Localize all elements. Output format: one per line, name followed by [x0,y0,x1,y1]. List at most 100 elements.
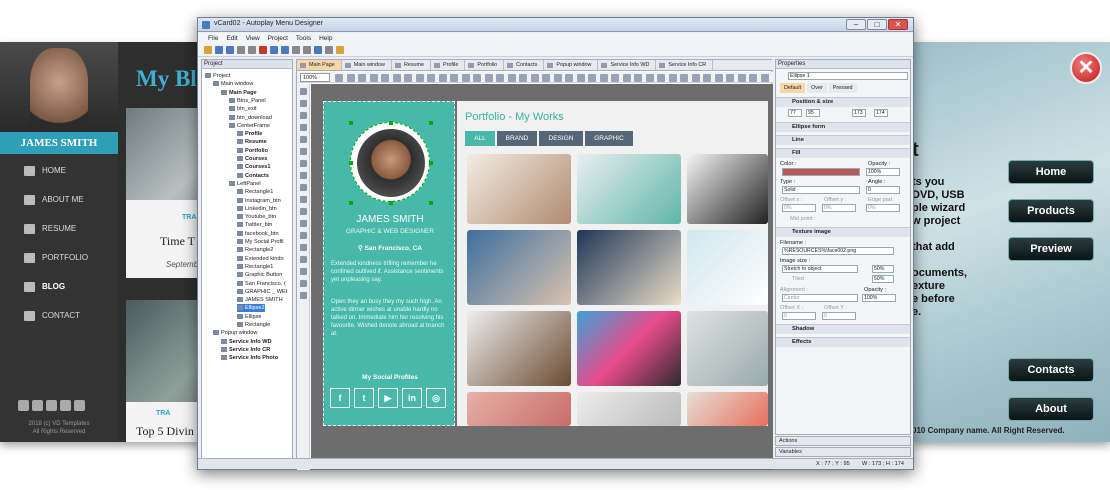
toolbar-icon[interactable] [303,46,311,54]
maximize-icon[interactable]: □ [867,19,887,30]
tree-node[interactable]: LeftPanel [229,180,261,188]
card-location[interactable]: ⚲ San Francisco, CA [324,244,456,252]
object-tool-icon[interactable] [300,232,307,239]
close-window-icon[interactable]: ✕ [888,19,908,30]
align-tool-icon[interactable] [668,74,677,82]
object-name-field[interactable]: Ellipse 1 [788,72,908,80]
tree-node[interactable]: Ellipse2 [237,304,265,313]
tree-node[interactable]: btn_exit [229,105,257,113]
tree-node[interactable]: Courses [237,155,267,163]
tab-page[interactable]: Profile [431,60,466,70]
tab-page[interactable]: Main window [342,60,392,70]
tree-node[interactable]: Portfolio [237,147,268,155]
portfolio-item[interactable] [687,230,768,305]
toolbar-icon[interactable] [281,46,289,54]
portfolio-item[interactable] [687,392,768,426]
align-tool-icon[interactable] [622,74,631,82]
card-role[interactable]: GRAPHIC & WEB DESIGNER [324,228,456,235]
align-tool-icon[interactable] [588,74,596,82]
align-tool-icon[interactable] [507,74,516,82]
align-tool-icon[interactable] [461,74,470,82]
tree-node[interactable]: Instagram_btn [237,197,281,205]
filename-field[interactable]: %RESOURCES%\face002.png [782,247,894,255]
toolbar-icon[interactable] [259,46,267,54]
portfolio-title[interactable]: Portfolio - My Works [465,111,564,123]
toolbar-icon[interactable] [314,46,322,54]
tree-node[interactable]: Courses1 [237,163,271,171]
tree-node[interactable]: San Francisco, ( [237,280,286,288]
zoom-select[interactable]: 100% [300,73,330,82]
object-tool-icon[interactable] [300,244,307,251]
tree-node[interactable]: Contacts [237,172,269,180]
vcard-portfolio-panel[interactable]: Portfolio - My Works ALL BRAND DESIGN GR… [457,101,768,426]
close-icon[interactable]: ✕ [1070,52,1102,84]
social-title[interactable]: My Social Profiles [324,374,456,381]
fill-type-select[interactable]: Solid [782,186,860,194]
tree-node[interactable]: CenterFrame [229,122,270,130]
align-tool-icon[interactable] [691,74,700,82]
actions-panel[interactable]: Actions [775,436,911,446]
tree-node[interactable]: btn_download [229,114,272,122]
design-canvas[interactable]: JAMES SMITH GRAPHIC & WEB DESIGNER ⚲ San… [311,84,773,470]
align-tool-icon[interactable] [484,74,493,82]
menu-tools[interactable]: Tools [296,33,311,44]
scale-y-field[interactable]: 50% [872,275,894,283]
menu-products-button[interactable]: Products [1008,199,1094,223]
align-tool-icon[interactable] [519,74,527,82]
image-size-select[interactable]: Stretch to object [782,265,858,273]
filter-design-button[interactable]: DESIGN [539,131,583,146]
tree-node[interactable]: Main Page [221,89,257,97]
object-tool-icon[interactable] [300,136,307,143]
nav-about[interactable]: ABOUT ME [0,185,118,215]
align-tool-icon[interactable] [703,74,711,82]
align-tool-icon[interactable] [714,74,723,82]
section-effects[interactable]: Effects [776,337,910,347]
x-field[interactable]: 77 [788,109,802,117]
portfolio-item[interactable] [467,311,571,386]
object-tool-icon[interactable] [300,220,307,227]
twitter-icon[interactable]: t [354,388,374,408]
object-tool-icon[interactable] [300,184,307,191]
object-tool-icon[interactable] [300,256,307,263]
tree-node[interactable]: Service Info Photo [221,354,278,362]
nav-portfolio[interactable]: PORTFOLIO [0,243,118,273]
align-tool-icon[interactable] [415,74,424,82]
filter-brand-button[interactable]: BRAND [497,131,537,146]
object-tool-icon[interactable] [300,208,307,215]
align-tool-icon[interactable] [404,74,412,82]
offset-y-field[interactable]: 0% [822,204,856,212]
align-tool-icon[interactable] [553,74,562,82]
nav-blog[interactable]: BLOG [0,272,118,302]
align-tool-icon[interactable] [346,74,355,82]
w-field[interactable]: 173 [852,109,866,117]
tree-node[interactable]: Project [205,72,230,80]
portfolio-item[interactable] [687,311,768,386]
filter-all-button[interactable]: ALL [465,131,495,146]
tab-page[interactable]: Portfolio [465,60,505,70]
tree-node[interactable]: Linkedin_btn [237,205,277,213]
tree-node[interactable]: Rectangle [237,321,270,329]
tree-node[interactable]: Main window [213,80,253,88]
toolbar-icon[interactable] [325,46,333,54]
opacity-field[interactable]: 100% [866,168,900,176]
align-tool-icon[interactable] [392,74,401,82]
align-tool-icon[interactable] [335,74,343,82]
align-tool-icon[interactable] [358,74,366,82]
nav-home[interactable]: HOME [0,156,118,186]
toolbar-icon[interactable] [215,46,223,54]
tab-pressed[interactable]: Pressed [828,83,857,93]
toolbar-icon[interactable] [270,46,278,54]
portfolio-item[interactable] [467,230,571,305]
offset-y2-field[interactable]: 0 [822,312,856,320]
menu-help[interactable]: Help [319,33,332,44]
menu-view[interactable]: View [246,33,260,44]
menu-edit[interactable]: Edit [226,33,237,44]
portfolio-item[interactable] [687,154,768,224]
tree-node[interactable]: Twitter_btn [237,221,272,229]
align-tool-icon[interactable] [576,74,585,82]
section-line[interactable]: Line [776,135,910,145]
object-tool-icon[interactable] [300,112,307,119]
object-tool-icon[interactable] [300,88,307,95]
align-tool-icon[interactable] [438,74,447,82]
tree-node[interactable]: Ellipse [237,313,261,321]
